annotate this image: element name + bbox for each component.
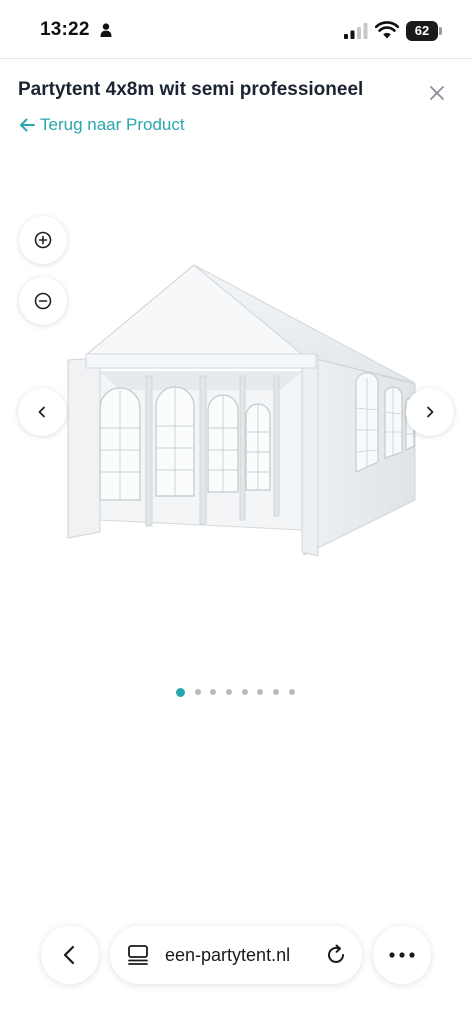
more-options-button[interactable] (373, 926, 431, 984)
chevron-left-icon (38, 406, 45, 418)
gallery-pagination (176, 687, 305, 697)
arrow-left-icon (20, 118, 35, 132)
previous-image-button[interactable] (18, 388, 66, 436)
zoom-in-button[interactable] (19, 216, 67, 264)
browser-back-button[interactable] (41, 926, 99, 984)
back-to-product-link[interactable]: Terug naar Product (18, 114, 185, 136)
address-bar[interactable]: een-partytent.nl (110, 926, 362, 984)
back-icon (63, 945, 75, 965)
battery-cap (439, 27, 442, 35)
pagination-dot[interactable] (257, 689, 264, 695)
pagination-dot[interactable] (273, 689, 280, 695)
pagination-dot[interactable] (241, 689, 248, 695)
pagination-dot[interactable] (210, 689, 217, 695)
zoom-out-button[interactable] (19, 277, 67, 325)
zoom-in-icon (34, 231, 52, 249)
back-link-label: Terug naar Product (40, 115, 185, 134)
pagination-dot[interactable] (226, 689, 233, 695)
sheet-edge (0, 58, 472, 59)
cellular-signal-icon (344, 23, 368, 39)
status-time: 13:22 (40, 19, 90, 40)
url-text: een-partytent.nl (165, 945, 291, 965)
product-title: Partytent 4x8m wit semi professioneel (18, 79, 364, 100)
battery-icon: 62 (406, 21, 442, 41)
image-gallery[interactable] (0, 150, 472, 710)
battery-level: 62 (414, 23, 430, 38)
person-icon (100, 23, 112, 37)
pagination-dot[interactable] (194, 689, 201, 695)
close-icon (430, 86, 444, 100)
wifi-icon (375, 21, 399, 39)
zoom-out-icon (34, 292, 52, 310)
more-icon (389, 952, 415, 958)
pagination-dot[interactable] (288, 689, 295, 695)
chevron-right-icon (427, 406, 434, 418)
reload-icon[interactable] (324, 943, 348, 967)
browser-toolbar: een-partytent.nl (0, 920, 472, 990)
party-tent-image (67, 264, 416, 557)
status-bar: 13:22 62 (0, 0, 472, 60)
pagination-dot[interactable] (176, 687, 185, 697)
next-image-button[interactable] (406, 388, 454, 436)
close-button[interactable] (424, 80, 450, 106)
tabs-icon (128, 945, 148, 965)
